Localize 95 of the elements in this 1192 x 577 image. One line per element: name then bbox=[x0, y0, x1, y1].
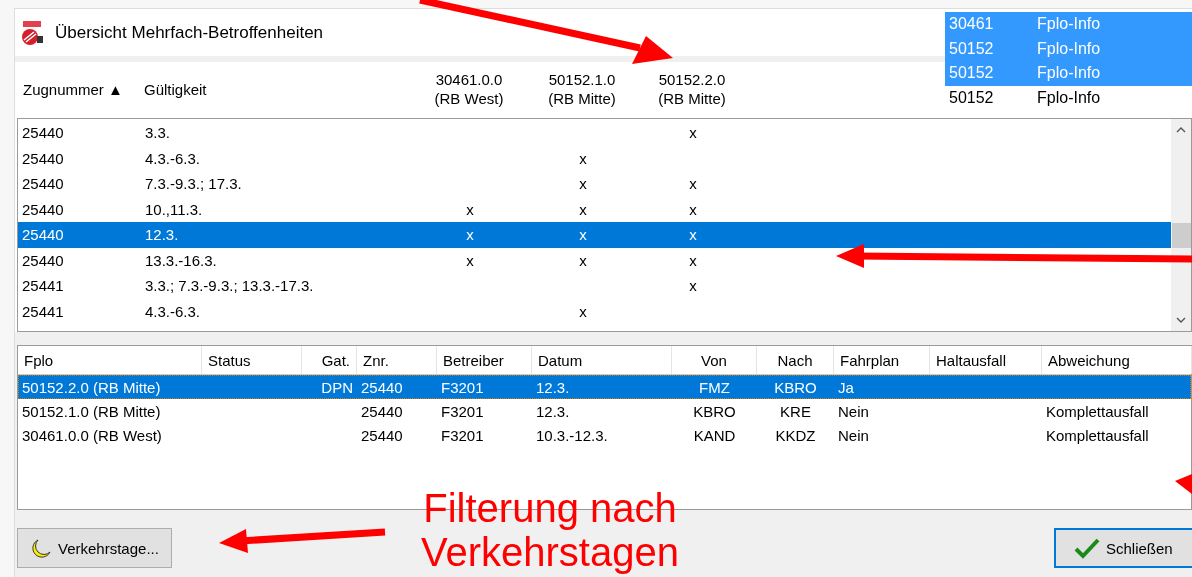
column-header[interactable]: Von bbox=[672, 346, 757, 374]
table-cell: x bbox=[689, 277, 697, 295]
column-header[interactable]: Zugnummer ▲ bbox=[23, 80, 123, 100]
table-cell: Nein bbox=[838, 426, 869, 444]
column-header[interactable]: 50152.1.0 (RB Mitte) bbox=[548, 71, 616, 109]
table-cell: x bbox=[579, 149, 587, 167]
table-cell: 50152.1.0 (RB Mitte) bbox=[22, 402, 161, 420]
table-cell: 25441 bbox=[22, 302, 64, 320]
table-row[interactable]: 50152.2.0 (RB Mitte) DPN 25440 F3201 12.3. FMZ KBRO Ja bbox=[18, 375, 1191, 399]
table-cell: KBRO bbox=[774, 378, 817, 396]
table-cell: FMZ bbox=[699, 378, 730, 396]
table-row[interactable]: 25440 7.3.-9.3.; 17.3. x x bbox=[18, 171, 1171, 197]
table-row[interactable]: 25440 12.3. x x x bbox=[18, 222, 1171, 248]
table-row[interactable]: 25440 4.3.-6.3. x bbox=[18, 145, 1171, 171]
window-title: Übersicht Mehrfach-Betroffenheiten bbox=[55, 22, 324, 43]
table-cell: F3201 bbox=[441, 402, 484, 420]
table-cell: KAND bbox=[693, 426, 736, 444]
table-cell: F3201 bbox=[441, 426, 484, 444]
column-header[interactable]: Nach bbox=[757, 346, 834, 374]
table-cell: Nein bbox=[838, 402, 869, 420]
table-cell: Ja bbox=[838, 378, 854, 396]
scrollbar[interactable] bbox=[1171, 119, 1191, 331]
table-cell: Komplettausfall bbox=[1046, 426, 1149, 444]
table-cell: x bbox=[466, 251, 474, 269]
scroll-down-icon[interactable] bbox=[1176, 317, 1186, 323]
table-cell: x bbox=[689, 175, 697, 193]
table-cell: 10.3.-12.3. bbox=[536, 426, 608, 444]
table-cell: KBRO bbox=[693, 402, 736, 420]
table-row[interactable]: 25440 3.3. x bbox=[18, 120, 1171, 146]
table-cell: 3.3. bbox=[145, 124, 171, 142]
table-cell: 25440 bbox=[22, 175, 64, 193]
table-cell: x bbox=[579, 251, 587, 269]
table-cell: 13.3.-16.3. bbox=[145, 251, 217, 269]
table-cell: 25441 bbox=[22, 277, 64, 295]
table-cell: x bbox=[466, 200, 474, 218]
table-row[interactable]: 25440 10.,11.3. x x x bbox=[18, 196, 1171, 222]
table-row[interactable]: 30461.0.0 (RB West) 25440 F3201 10.3.-12.3. KAND KKDZ Nein Komplettausfall bbox=[18, 423, 1191, 447]
column-header[interactable]: Gültigkeit bbox=[144, 80, 207, 100]
table-cell: 25440 bbox=[361, 426, 403, 444]
table-cell: 25440 bbox=[22, 149, 64, 167]
table-cell: 50152.2.0 (RB Mitte) bbox=[22, 378, 161, 396]
table-cell: 25440 bbox=[22, 124, 64, 142]
table-row[interactable]: 50152.1.0 (RB Mitte) 25440 F3201 12.3. KBRO KRE Nein Komplettausfall bbox=[18, 399, 1191, 423]
table-cell: 30461.0.0 (RB West) bbox=[22, 426, 162, 444]
list-item[interactable]: 50152 Fplo-Info bbox=[945, 85, 1192, 110]
table-cell: 25440 bbox=[22, 251, 64, 269]
checkmark-icon bbox=[1074, 537, 1100, 559]
table-cell: x bbox=[579, 302, 587, 320]
annotation-arrow bbox=[1175, 474, 1192, 494]
table-cell: 25440 bbox=[361, 402, 403, 420]
moon-icon bbox=[30, 537, 52, 559]
table-cell: 25440 bbox=[22, 226, 64, 244]
table-cell: x bbox=[689, 124, 697, 142]
table-cell: x bbox=[689, 251, 697, 269]
table-cell: 7.3.-9.3.; 17.3. bbox=[145, 175, 242, 193]
table-cell: 25440 bbox=[22, 200, 64, 218]
column-header[interactable]: Fahrplan bbox=[834, 346, 930, 374]
table-cell: KKDZ bbox=[775, 426, 816, 444]
column-header[interactable]: Gat. bbox=[302, 346, 357, 374]
table-cell: x bbox=[466, 226, 474, 244]
annotation-text: Filterung nach Verkehrstagen bbox=[420, 486, 680, 574]
column-header[interactable]: Haltausfall bbox=[930, 346, 1042, 374]
column-header[interactable]: Fplo bbox=[18, 346, 202, 374]
close-button[interactable]: Schließen bbox=[1054, 528, 1192, 568]
column-header[interactable]: 50152.2.0 (RB Mitte) bbox=[658, 71, 726, 109]
table-cell: DPN bbox=[321, 378, 353, 396]
table-cell: 4.3.-6.3. bbox=[145, 302, 201, 320]
table-cell: 10.,11.3. bbox=[145, 200, 203, 218]
scroll-up-icon[interactable] bbox=[1176, 127, 1186, 133]
table-cell: 3.3.; 7.3.-9.3.; 13.3.-17.3. bbox=[145, 277, 314, 295]
table-cell: 12.3. bbox=[536, 378, 570, 396]
filter-days-button[interactable]: Verkehrstage... bbox=[17, 528, 172, 568]
table-cell: x bbox=[579, 226, 587, 244]
column-header[interactable]: 30461.0.0 (RB West) bbox=[434, 71, 504, 109]
column-header[interactable]: Znr. bbox=[357, 346, 437, 374]
column-header[interactable]: Status bbox=[202, 346, 302, 374]
column-header[interactable]: Datum bbox=[532, 346, 672, 374]
table-cell: x bbox=[579, 200, 587, 218]
table-cell: x bbox=[689, 226, 697, 244]
table-cell: 12.3. bbox=[145, 226, 179, 244]
table-row[interactable]: 25441 4.3.-6.3. x bbox=[18, 298, 1171, 324]
table-cell: F3201 bbox=[441, 378, 484, 396]
table-cell: KRE bbox=[780, 402, 811, 420]
table-cell: x bbox=[689, 200, 697, 218]
scroll-thumb[interactable] bbox=[1172, 223, 1191, 248]
table-cell: 12.3. bbox=[536, 402, 570, 420]
column-header[interactable]: Betreiber bbox=[437, 346, 532, 374]
table-cell: 4.3.-6.3. bbox=[145, 149, 201, 167]
table-cell: 25440 bbox=[361, 378, 403, 396]
table-cell: x bbox=[579, 175, 587, 193]
app-logo-icon bbox=[19, 19, 45, 46]
table-row[interactable]: 25441 3.3.; 7.3.-9.3.; 13.3.-17.3. x bbox=[18, 273, 1171, 299]
table-cell: Komplettausfall bbox=[1046, 402, 1149, 420]
column-header[interactable]: Abweichung bbox=[1042, 346, 1192, 374]
table-row[interactable]: 25440 13.3.-16.3. x x x bbox=[18, 247, 1171, 273]
